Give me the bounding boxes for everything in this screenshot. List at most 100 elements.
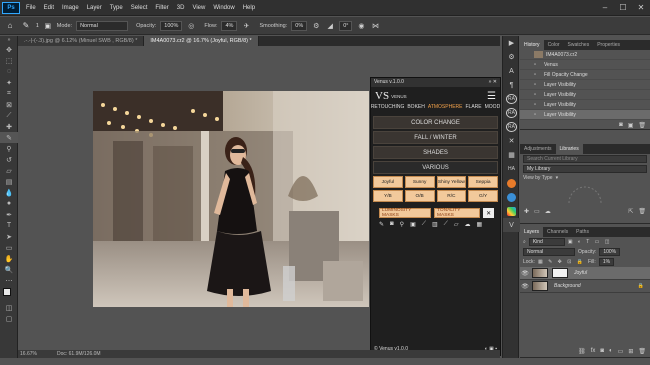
quick-select-tool-icon[interactable]: ✦: [0, 77, 18, 88]
layer-fill-field[interactable]: 1%: [598, 258, 615, 266]
adjustment-layer-icon[interactable]: ◐: [609, 348, 613, 355]
layer-name[interactable]: Joyful: [574, 270, 587, 276]
preset-seppia[interactable]: Seppia: [468, 176, 498, 188]
layer-name[interactable]: Background: [554, 283, 581, 289]
pen-icon[interactable]: ⟋: [422, 221, 426, 228]
maximize-icon[interactable]: ☐: [614, 0, 632, 16]
blend-mode-select[interactable]: Normal: [523, 248, 575, 256]
clone-stamp-tool-icon[interactable]: ⚲: [0, 143, 18, 154]
dodge-tool-icon[interactable]: ●: [0, 198, 18, 209]
colorful-plugin-icon[interactable]: [503, 204, 520, 218]
folder-icon[interactable]: ▭: [534, 208, 540, 215]
various-button[interactable]: VARIOUS: [373, 161, 498, 174]
tab-paths[interactable]: Paths: [572, 227, 593, 237]
eraser-tool-icon[interactable]: ▱: [0, 165, 18, 176]
healing-tool-icon[interactable]: ✚: [0, 121, 18, 132]
add-icon[interactable]: ✚: [524, 208, 529, 215]
color-change-button[interactable]: COLOR CHANGE: [373, 116, 498, 129]
flow-field[interactable]: 4%: [221, 20, 238, 31]
angle-icon[interactable]: ◢: [325, 22, 335, 30]
luminosity-masks-button[interactable]: LUMINOSITY MASKS: [379, 208, 432, 218]
image-icon[interactable]: ▦: [476, 221, 482, 228]
nav-bokeh[interactable]: BOKEH: [407, 104, 425, 110]
tab-document-2[interactable]: IM4A0073.cr2 @ 16.7% (Joyful, RGB/8) *: [144, 36, 259, 46]
library-select[interactable]: My Library: [523, 165, 647, 173]
paragraph-icon[interactable]: ¶: [503, 78, 520, 92]
tab-channels[interactable]: Channels: [543, 227, 572, 237]
filter-icons[interactable]: ▣ ◐ T ▭ ◫: [568, 239, 612, 245]
eraser-icon[interactable]: ▱: [454, 221, 459, 228]
picker-icon[interactable]: ⟋: [444, 221, 448, 228]
smoothing-settings-icon[interactable]: ⚙: [311, 22, 321, 30]
ra-plugin-icon-1[interactable]: RA: [503, 92, 520, 106]
lasso-tool-icon[interactable]: ◌: [0, 66, 18, 77]
mode-select[interactable]: Normal: [76, 20, 129, 31]
delete-layer-icon[interactable]: 🗑: [638, 348, 646, 355]
snapshot-icon[interactable]: ◙: [619, 122, 623, 129]
ra-plugin-icon-3[interactable]: RA: [503, 120, 520, 134]
nav-flare[interactable]: FLARE: [466, 104, 482, 110]
rectangle-tool-icon[interactable]: ▭: [0, 242, 18, 253]
trash-icon[interactable]: 🗑: [638, 122, 646, 129]
plugin-collapse-icon[interactable]: » ✕: [489, 78, 500, 87]
nav-retouching[interactable]: RETOUCHING: [371, 104, 405, 110]
add-mask-icon[interactable]: ◙: [600, 348, 604, 355]
nav-mood[interactable]: MOOD: [485, 104, 501, 110]
new-group-icon[interactable]: ▭: [618, 348, 624, 355]
view-by-select[interactable]: View by Type: [523, 175, 553, 181]
history-item[interactable]: ▫ Fill Opacity Change: [520, 70, 650, 80]
cloud-sync-icon[interactable]: ☁: [545, 208, 551, 215]
tab-properties[interactable]: Properties: [593, 40, 624, 50]
mask-icon[interactable]: ◙: [390, 221, 394, 228]
symmetry-icon[interactable]: ⋈: [370, 22, 380, 30]
library-trash-icon[interactable]: 🗑: [638, 208, 646, 215]
smoothing-field[interactable]: 0%: [291, 20, 308, 31]
brush-icon[interactable]: ✎: [379, 221, 384, 228]
airbrush-icon[interactable]: ✈: [241, 22, 251, 30]
menu-image[interactable]: Image: [58, 5, 83, 11]
gradient-tool-icon[interactable]: ▤: [0, 176, 18, 187]
menu-edit[interactable]: Edit: [40, 5, 58, 11]
history-item[interactable]: ▫ Layer Visibility: [520, 90, 650, 100]
brush-settings-dock-icon[interactable]: ⚙: [503, 50, 520, 64]
history-snapshot[interactable]: IM4A0073.cr2: [520, 50, 650, 60]
menu-view[interactable]: View: [188, 5, 209, 11]
tab-swatches[interactable]: Swatches: [564, 40, 594, 50]
marquee-tool-icon[interactable]: ⬚: [0, 55, 18, 66]
ha-plugin-icon[interactable]: HA: [503, 162, 520, 176]
minimize-icon[interactable]: –: [596, 0, 614, 16]
layer-row[interactable]: 👁 Background 🔒: [520, 280, 650, 293]
tab-color[interactable]: Color: [544, 40, 564, 50]
blur-tool-icon[interactable]: 💧: [0, 187, 18, 198]
crop-tool-icon[interactable]: ⌗: [0, 88, 18, 99]
hand-tool-icon[interactable]: ✋: [0, 253, 18, 264]
menu-filter[interactable]: Filter: [151, 5, 172, 11]
camera-icon[interactable]: ▣: [628, 122, 634, 129]
history-item[interactable]: ▫ Venus: [520, 60, 650, 70]
link-layers-icon[interactable]: ⛓: [578, 348, 586, 355]
fall-winter-button[interactable]: FALL / WINTER: [373, 131, 498, 144]
ra-plugin-icon-2[interactable]: RA: [503, 106, 520, 120]
preset-yb[interactable]: Y/B: [373, 190, 403, 202]
lock-icons[interactable]: ▦ ✎ ✥ ⊡ 🔒: [538, 259, 585, 265]
document-canvas[interactable]: [93, 91, 369, 307]
hamburger-menu-icon[interactable]: ☰: [487, 91, 496, 102]
fill-icon[interactable]: ▣: [410, 221, 416, 228]
brush-tool-icon[interactable]: ✎: [20, 21, 32, 30]
preset-sunny[interactable]: Sunny: [404, 176, 435, 188]
frame-tool-icon[interactable]: ⊠: [0, 99, 18, 110]
grid-plugin-icon[interactable]: ▦: [503, 148, 520, 162]
tonality-masks-button[interactable]: TONALITY MASKS: [434, 208, 481, 218]
venus-dock-icon[interactable]: V: [503, 218, 520, 232]
more-tools-icon[interactable]: ⋯: [0, 275, 18, 286]
tab-layers[interactable]: Layers: [520, 227, 544, 237]
menu-window[interactable]: Window: [209, 5, 238, 11]
tab-adjustments[interactable]: Adjustments: [520, 144, 556, 154]
pressure-size-icon[interactable]: ◉: [356, 22, 366, 30]
filter-search-icon[interactable]: ⌕: [523, 239, 526, 245]
menu-layer[interactable]: Layer: [83, 5, 106, 11]
brush-settings-icon[interactable]: ▣: [43, 22, 53, 30]
new-layer-icon[interactable]: ⊞: [628, 348, 633, 355]
path-select-tool-icon[interactable]: ➤: [0, 231, 18, 242]
zoom-level[interactable]: 16.67%: [20, 351, 37, 357]
